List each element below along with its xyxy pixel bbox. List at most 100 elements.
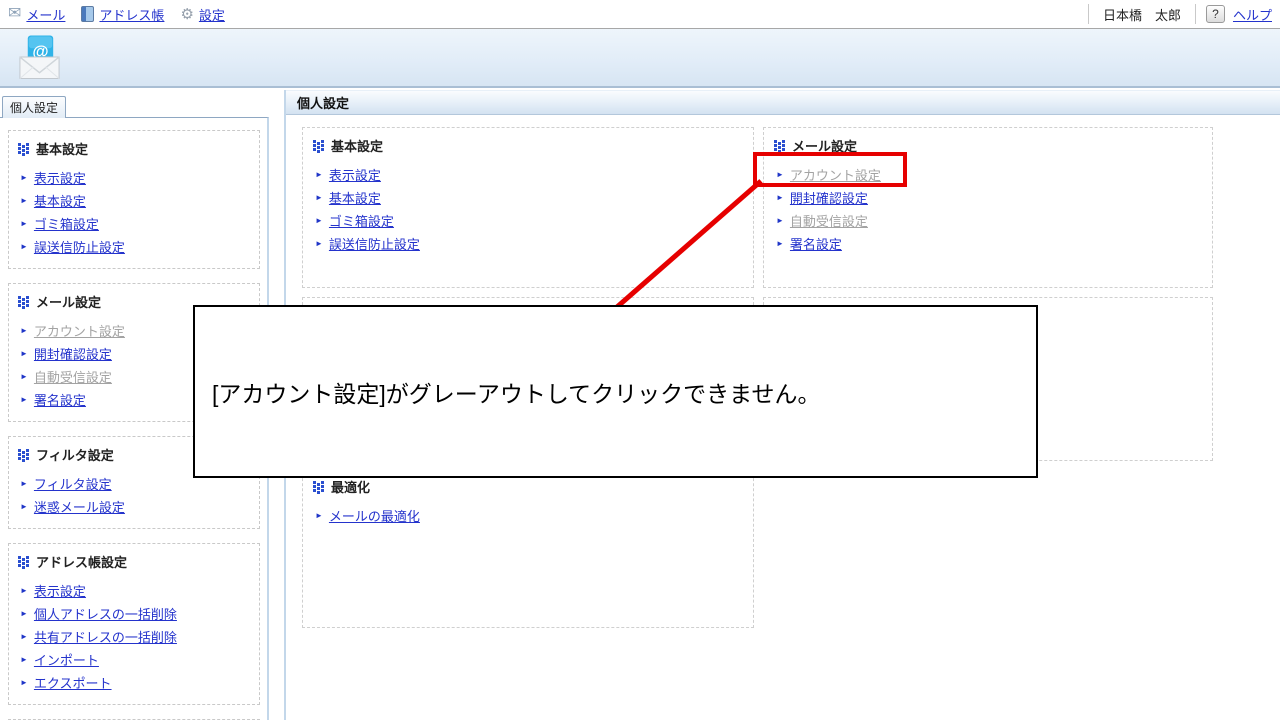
separator (1194, 4, 1196, 24)
sidebar-section-addressbook-settings: アドレス帳設定 ► 表示設定 ► 個人アドレスの一括削除 ► 共有アドレスの一括… (8, 543, 260, 705)
webmail-settings-page: ✉ メール アドレス帳 ⚙ 設定 日本橋 太郎 ? ヘルプ @ 個人設定 基本設… (0, 0, 1280, 720)
arrow-bullet-icon: ► (776, 192, 784, 202)
annotation-text: [アカウント設定]がグレーアウトしてクリックできません。 (212, 380, 821, 407)
link-row: ► 誤送信防止設定 (313, 232, 743, 255)
arrow-bullet-icon: ► (20, 218, 28, 228)
help-question-icon[interactable]: ? (1205, 5, 1225, 23)
tab-personal-settings[interactable]: 個人設定 (2, 96, 66, 118)
arrow-bullet-icon: ► (776, 215, 784, 225)
link-row: ► インポート (18, 648, 253, 671)
annotation-callout: [アカウント設定]がグレーアウトしてクリックできません。 (193, 305, 1038, 478)
page-title: 個人設定 (297, 96, 350, 111)
arrow-bullet-icon: ► (20, 501, 28, 511)
link-row: ► メールの最適化 (313, 504, 743, 527)
link-export[interactable]: エクスポート (34, 673, 112, 692)
link-missend-prevention-settings[interactable]: 誤送信防止設定 (34, 237, 125, 256)
main-panel-title: 個人設定 (286, 90, 1280, 115)
link-import[interactable]: インポート (34, 650, 99, 669)
link-shared-address-bulk-delete[interactable]: 共有アドレスの一括削除 (34, 627, 177, 646)
link-trash-settings[interactable]: ゴミ箱設定 (34, 214, 99, 233)
arrow-bullet-icon: ► (315, 510, 323, 520)
grid-icon (18, 555, 30, 569)
link-row: ► 表示設定 (313, 163, 743, 186)
addressbook-icon (81, 6, 95, 22)
arrow-bullet-icon: ► (315, 192, 323, 202)
addressbook-link[interactable]: アドレス帳 (99, 5, 164, 24)
link-row: ► アカウント設定 (774, 163, 1202, 186)
top-menu-bar: ✉ メール アドレス帳 ⚙ 設定 日本橋 太郎 ? ヘルプ (0, 0, 1280, 29)
section-title: メール設定 (36, 295, 102, 310)
arrow-bullet-icon: ► (776, 169, 784, 179)
link-row: ► 表示設定 (18, 579, 253, 602)
mail-at-icon[interactable]: @ (17, 34, 62, 81)
menu-addressbook: アドレス帳 (81, 5, 164, 24)
link-display-settings[interactable]: 表示設定 (329, 165, 381, 184)
link-auto-receive-settings: 自動受信設定 (789, 214, 868, 229)
link-spam-settings[interactable]: 迷惑メール設定 (34, 497, 125, 516)
arrow-bullet-icon: ► (20, 478, 28, 488)
link-row: ► 開封確認設定 (774, 186, 1202, 209)
section-header: メール設定 (774, 136, 1202, 155)
link-row: ► エクスポート (18, 671, 253, 694)
main-section-optimization: 最適化 ► メールの最適化 (302, 468, 754, 628)
link-row: ► 個人アドレスの一括削除 (18, 602, 253, 625)
link-account-settings-disabled: アカウント設定 (789, 168, 881, 183)
arrow-bullet-icon: ► (315, 238, 323, 248)
main-section-basic-settings: 基本設定 ► 表示設定 ► 基本設定 ► ゴミ箱設定 ► 誤送信防止設定 (302, 127, 754, 288)
settings-link[interactable]: 設定 (199, 5, 225, 24)
section-title: 基本設定 (331, 139, 384, 154)
grid-icon (313, 480, 325, 494)
section-title: アドレス帳設定 (36, 555, 128, 570)
sidebar-section-basic-settings: 基本設定 ► 表示設定 ► 基本設定 ► ゴミ箱設定 ► 誤送信防止設定 (8, 130, 260, 269)
arrow-bullet-icon: ► (20, 348, 28, 358)
link-row: ► 表示設定 (18, 166, 253, 189)
section-header: 基本設定 (313, 136, 743, 155)
grid-icon (313, 139, 325, 153)
grid-icon (774, 139, 786, 153)
section-header: アドレス帳設定 (18, 552, 253, 571)
grid-icon (18, 448, 30, 462)
topbar-right: 日本橋 太郎 ? ヘルプ (1087, 4, 1272, 24)
menu-mail: ✉ メール (8, 5, 65, 24)
link-trash-settings[interactable]: ゴミ箱設定 (329, 211, 394, 230)
link-auto-receive-settings: 自動受信設定 (33, 370, 112, 385)
link-row: ► ゴミ箱設定 (313, 209, 743, 232)
arrow-bullet-icon: ► (20, 608, 28, 618)
link-address-display-settings[interactable]: 表示設定 (34, 581, 86, 600)
section-title: メール設定 (792, 139, 858, 154)
section-header: 最適化 (313, 477, 743, 496)
link-read-receipt-settings[interactable]: 開封確認設定 (34, 344, 112, 363)
arrow-bullet-icon: ► (315, 169, 323, 179)
link-row: ► 自動受信設定 (774, 209, 1202, 232)
link-mail-optimization[interactable]: メールの最適化 (329, 506, 420, 525)
gear-icon: ⚙ (180, 5, 194, 23)
link-missend-prevention-settings[interactable]: 誤送信防止設定 (329, 234, 420, 253)
link-filter-settings[interactable]: フィルタ設定 (34, 474, 112, 493)
arrow-bullet-icon: ► (776, 238, 784, 248)
link-account-settings: アカウント設定 (33, 324, 125, 339)
grid-icon (18, 142, 30, 156)
arrow-bullet-icon: ► (20, 371, 28, 381)
section-title: 最適化 (331, 480, 371, 495)
link-row: ► 迷惑メール設定 (18, 495, 253, 518)
arrow-bullet-icon: ► (20, 631, 28, 641)
menu-settings: ⚙ 設定 (180, 5, 224, 24)
link-row: ► 署名設定 (774, 232, 1202, 255)
link-basic-settings[interactable]: 基本設定 (34, 191, 86, 210)
help-link[interactable]: ヘルプ (1233, 5, 1272, 24)
arrow-bullet-icon: ► (20, 241, 28, 251)
arrow-bullet-icon: ► (20, 585, 28, 595)
mail-link[interactable]: メール (26, 5, 65, 24)
section-title: フィルタ設定 (36, 448, 114, 463)
mail-envelope-icon: ✉ (8, 5, 22, 22)
arrow-bullet-icon: ► (20, 394, 28, 404)
main-section-mail-settings: メール設定 ► アカウント設定 ► 開封確認設定 ► 自動受信設定 ► 署名設定 (763, 127, 1213, 288)
link-signature-settings[interactable]: 署名設定 (790, 234, 842, 253)
link-read-receipt-settings[interactable]: 開封確認設定 (790, 188, 868, 207)
arrow-bullet-icon: ► (20, 172, 28, 182)
link-signature-settings[interactable]: 署名設定 (34, 390, 86, 409)
link-basic-settings[interactable]: 基本設定 (329, 188, 381, 207)
link-personal-address-bulk-delete[interactable]: 個人アドレスの一括削除 (34, 604, 177, 623)
link-display-settings[interactable]: 表示設定 (34, 168, 86, 187)
link-row: ► 共有アドレスの一括削除 (18, 625, 253, 648)
